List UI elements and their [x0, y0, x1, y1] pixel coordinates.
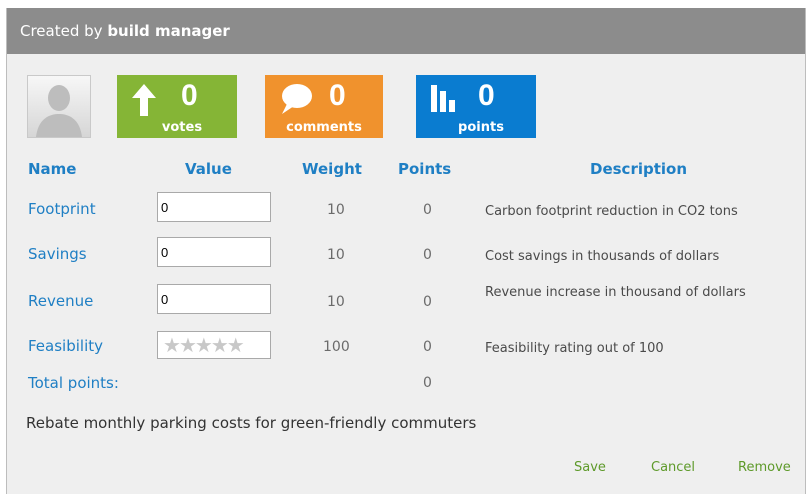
- column-header-weight: Weight: [302, 160, 362, 178]
- star-icon[interactable]: ★: [227, 333, 245, 357]
- star-icon[interactable]: ★: [211, 333, 229, 357]
- total-points-label: Total points:: [28, 374, 119, 392]
- bar-chart-icon: [431, 85, 455, 112]
- total-points-value: 0: [423, 375, 432, 391]
- author-name: build manager: [107, 22, 230, 40]
- title-prefix: Created by: [20, 22, 103, 40]
- revenue-value-input[interactable]: [157, 284, 271, 314]
- avatar: [27, 75, 91, 138]
- revenue-points: 0: [423, 294, 432, 310]
- feasibility-weight: 100: [323, 339, 350, 355]
- feasibility-description: Feasibility rating out of 100: [485, 341, 664, 356]
- savings-weight: 10: [327, 247, 345, 263]
- row-name-savings[interactable]: Savings: [28, 245, 87, 263]
- footprint-value-input[interactable]: [157, 192, 271, 222]
- star-icon[interactable]: ★: [179, 333, 197, 357]
- votes-tile[interactable]: 0 votes: [117, 75, 237, 138]
- revenue-weight: 10: [327, 294, 345, 310]
- save-button[interactable]: Save: [574, 460, 606, 475]
- savings-value-input[interactable]: [157, 237, 271, 267]
- star-icon[interactable]: ★: [195, 333, 213, 357]
- column-header-points: Points: [398, 160, 452, 178]
- votes-count: 0: [181, 79, 198, 112]
- comments-tile[interactable]: 0 comments: [265, 75, 383, 138]
- comments-label: comments: [286, 120, 362, 135]
- row-name-revenue[interactable]: Revenue: [28, 292, 93, 310]
- row-name-feasibility[interactable]: Feasibility: [28, 337, 103, 355]
- up-arrow-icon: [132, 84, 156, 116]
- idea-description: Rebate monthly parking costs for green-f…: [26, 414, 477, 432]
- feasibility-points: 0: [423, 339, 432, 355]
- title-bar: Created by build manager: [7, 8, 805, 54]
- footprint-weight: 10: [327, 202, 345, 218]
- cancel-button[interactable]: Cancel: [651, 460, 695, 475]
- user-silhouette-icon: [28, 76, 90, 137]
- speech-bubble-icon: [282, 84, 312, 114]
- savings-description: Cost savings in thousands of dollars: [485, 249, 720, 264]
- column-header-name: Name: [28, 160, 77, 178]
- column-header-value: Value: [185, 160, 232, 178]
- column-header-description: Description: [590, 160, 688, 178]
- points-tile[interactable]: 0 points: [416, 75, 536, 138]
- footprint-points: 0: [423, 202, 432, 218]
- row-name-footprint[interactable]: Footprint: [28, 200, 96, 218]
- votes-label: votes: [161, 120, 203, 135]
- savings-points: 0: [423, 247, 432, 263]
- star-icon[interactable]: ★: [163, 333, 181, 357]
- feasibility-star-rating[interactable]: ★★★★★: [157, 331, 271, 359]
- remove-button[interactable]: Remove: [738, 460, 791, 475]
- revenue-description: Revenue increase in thousand of dollars: [485, 285, 746, 300]
- comments-count: 0: [329, 79, 346, 112]
- footprint-description: Carbon footprint reduction in CO2 tons: [485, 204, 738, 219]
- points-label: points: [458, 120, 504, 135]
- idea-panel: Created by build manager 0 votes 0 comme…: [6, 8, 806, 494]
- points-count: 0: [478, 79, 495, 112]
